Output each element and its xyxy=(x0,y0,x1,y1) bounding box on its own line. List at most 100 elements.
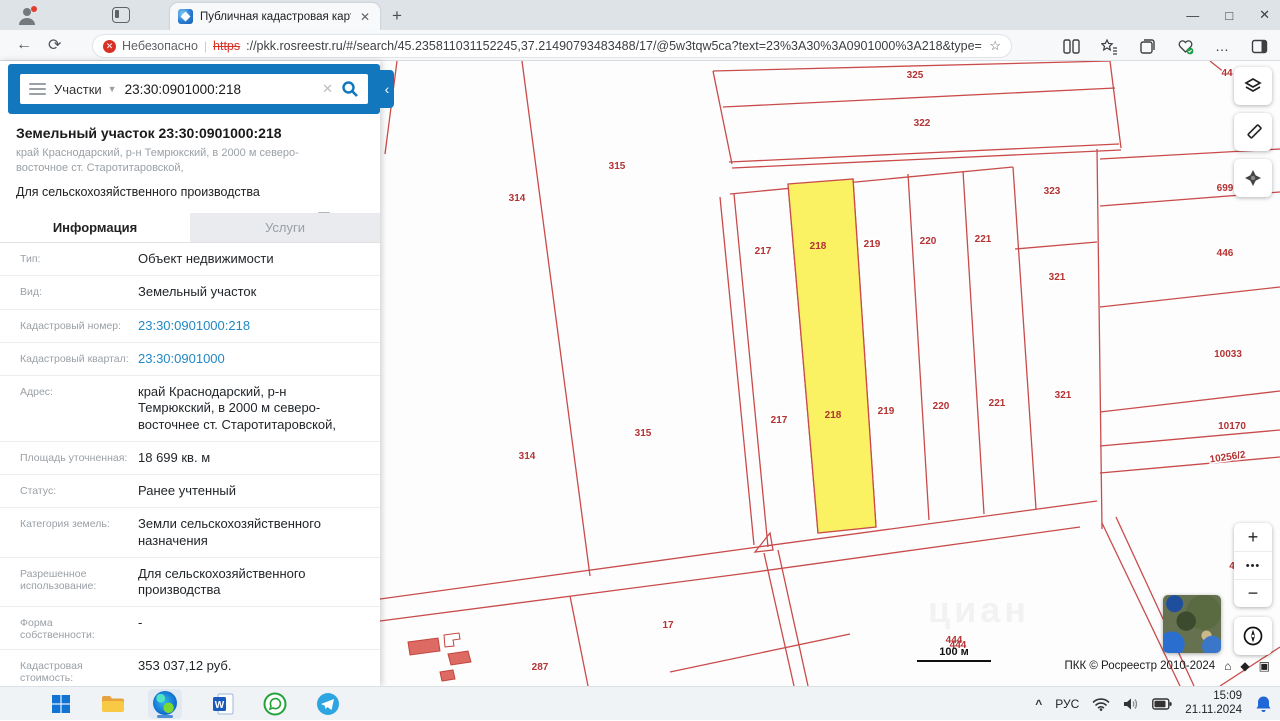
parcel-label-323[interactable]: 323 xyxy=(1044,186,1061,197)
parcel-label-699[interactable]: 699 xyxy=(1217,183,1234,194)
search-box[interactable]: Участки ▼ ✕ xyxy=(20,74,368,104)
parcel-label-321[interactable]: 321 xyxy=(1055,390,1072,401)
browser-tab[interactable]: Публичная кадастровая карта ✕ xyxy=(170,3,380,30)
tab-information[interactable]: Информация xyxy=(0,213,190,242)
bookmark-star-icon[interactable]: ☆ xyxy=(989,38,1001,54)
clear-search-icon[interactable]: ✕ xyxy=(322,81,333,97)
sidebar-panel-icon[interactable] xyxy=(1251,38,1268,55)
search-icon[interactable] xyxy=(341,80,359,98)
parcel-label-218[interactable]: 218 xyxy=(825,410,842,421)
parcel-label-219[interactable]: 219 xyxy=(864,239,881,250)
position-button[interactable] xyxy=(1234,159,1272,197)
wifi-icon[interactable] xyxy=(1092,697,1110,711)
window-maximize-button[interactable]: □ xyxy=(1225,8,1233,23)
parcel-label-221[interactable]: 221 xyxy=(989,398,1006,409)
tab-services[interactable]: Услуги xyxy=(190,213,380,242)
attribution-text: ПКК © Росреестр 2010-2024 xyxy=(1065,660,1216,672)
tray-expand-icon[interactable]: ^ xyxy=(1035,697,1042,711)
detail-value-link[interactable]: 23:30:0901000:218 xyxy=(138,318,380,334)
parcel-label-315[interactable]: 315 xyxy=(635,428,652,439)
parcel-label-17[interactable]: 17 xyxy=(662,620,674,631)
parcel-label-314[interactable]: 314 xyxy=(519,451,536,462)
measure-button[interactable] xyxy=(1234,113,1272,151)
back-button[interactable]: ← xyxy=(16,36,32,54)
parcel-label-315[interactable]: 315 xyxy=(609,161,626,172)
zoom-controls: + ••• − xyxy=(1234,523,1272,607)
detail-label: Площадь уточненная: xyxy=(20,450,138,466)
parcel-label-314[interactable]: 314 xyxy=(509,193,526,204)
tab-actions-icon[interactable] xyxy=(112,7,130,23)
url-bar[interactable]: ✕ Небезопасно | https ://pkk.rosreestr.r… xyxy=(92,34,1012,58)
notification-bell-icon[interactable] xyxy=(1255,695,1272,713)
zoom-levels-button[interactable]: ••• xyxy=(1234,551,1272,579)
collections-icon[interactable] xyxy=(1139,38,1156,55)
cadastral-map[interactable]: 325 322 44 315 314 323 699 217 218 219 220 221 446 32… xyxy=(380,61,1280,686)
parcel-label-218[interactable]: 218 xyxy=(810,241,827,252)
detail-value-link[interactable]: 23:30:0901000 xyxy=(138,351,380,367)
start-button[interactable] xyxy=(48,691,74,717)
detail-label: Статус: xyxy=(20,483,138,499)
layers-button[interactable] xyxy=(1234,67,1272,105)
zoom-out-button[interactable]: − xyxy=(1234,579,1272,607)
detail-row: Форма собственности:- xyxy=(0,606,380,649)
search-input[interactable] xyxy=(125,82,315,97)
parcel-label-221[interactable]: 221 xyxy=(975,234,992,245)
search-category[interactable]: Участки xyxy=(54,82,102,97)
parcel-label-10256/2[interactable]: 10256/2 xyxy=(1209,450,1247,466)
whatsapp-button[interactable] xyxy=(262,691,288,717)
settings-menu-icon[interactable]: … xyxy=(1215,38,1230,54)
refresh-button[interactable]: ⟳ xyxy=(48,35,61,55)
file-explorer-button[interactable] xyxy=(100,691,126,717)
zoom-in-button[interactable]: + xyxy=(1234,523,1272,551)
parcel-label-44[interactable]: 44 xyxy=(1221,68,1233,79)
battery-icon[interactable] xyxy=(1152,698,1172,710)
parcel-label-219[interactable]: 219 xyxy=(878,406,895,417)
parcel-label-220[interactable]: 220 xyxy=(933,401,950,412)
volume-icon[interactable] xyxy=(1123,697,1139,711)
fullscreen-icon[interactable]: ▣ xyxy=(1259,659,1270,673)
telegram-button[interactable] xyxy=(315,691,341,717)
clock[interactable]: 15:09 21.11.2024 xyxy=(1185,690,1242,718)
parcel-label-446[interactable]: 446 xyxy=(1217,248,1234,259)
new-tab-button[interactable]: + xyxy=(392,6,402,26)
tab-title: Публичная кадастровая карта xyxy=(200,11,351,23)
home-icon[interactable]: ⌂ xyxy=(1224,659,1231,673)
parcel-label-287[interactable]: 287 xyxy=(532,662,549,673)
detail-value: Земельный участок xyxy=(138,284,380,300)
detail-label: Разрешенное использование: xyxy=(20,566,138,599)
collapse-panel-button[interactable]: ‹ xyxy=(380,70,394,108)
info-sidebar: Участки ▼ ✕ Земельный участок 23:30:0901… xyxy=(0,61,380,686)
geolocation-button[interactable] xyxy=(1234,617,1272,655)
parcel-label-10033[interactable]: 10033 xyxy=(1214,349,1242,360)
url-separator: | xyxy=(204,39,207,53)
parcel-label-217[interactable]: 217 xyxy=(755,246,772,257)
parcel-label-325[interactable]: 325 xyxy=(907,70,924,81)
detail-value: 353 037,12 руб. xyxy=(138,658,380,684)
browser-essentials-icon[interactable] xyxy=(1177,38,1194,55)
url-text[interactable]: ://pkk.rosreestr.ru/#/search/45.23581103… xyxy=(246,39,983,53)
window-minimize-button[interactable]: — xyxy=(1186,8,1199,23)
chevron-down-icon[interactable]: ▼ xyxy=(108,84,117,94)
detail-label: Категория земель: xyxy=(20,516,138,549)
parcel-label-217[interactable]: 217 xyxy=(771,415,788,426)
parcel-label-220[interactable]: 220 xyxy=(920,236,937,247)
basemap-thumbnail[interactable] xyxy=(1163,595,1221,653)
split-screen-icon[interactable] xyxy=(1063,38,1080,55)
tab-close-icon[interactable]: ✕ xyxy=(358,10,372,24)
word-button[interactable]: W xyxy=(210,691,236,717)
menu-icon[interactable] xyxy=(29,80,46,98)
center-icon[interactable]: ◆ xyxy=(1240,659,1249,673)
edge-browser-button[interactable] xyxy=(148,689,182,719)
detail-row: Разрешенное использование:Для сельскохоз… xyxy=(0,557,380,607)
not-secure-icon[interactable]: ✕ xyxy=(103,40,116,53)
parcel-label-321[interactable]: 321 xyxy=(1049,272,1066,283)
selected-parcel-218[interactable] xyxy=(788,179,876,533)
profile-avatar-icon[interactable] xyxy=(16,5,38,27)
favorites-icon[interactable] xyxy=(1101,38,1118,55)
telegram-icon xyxy=(316,692,340,716)
parcel-label-322[interactable]: 322 xyxy=(914,118,931,129)
parcel-label-10170[interactable]: 10170 xyxy=(1218,421,1246,432)
window-close-button[interactable]: ✕ xyxy=(1259,7,1270,23)
not-secure-label[interactable]: Небезопасно xyxy=(122,39,198,53)
language-indicator[interactable]: РУС xyxy=(1055,697,1079,711)
